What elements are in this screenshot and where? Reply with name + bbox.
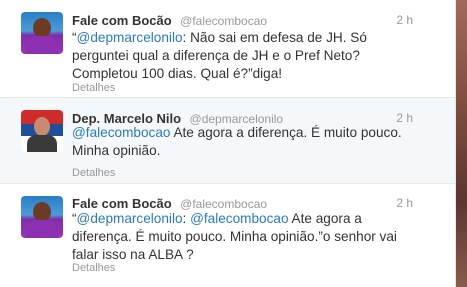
tweet-timestamp[interactable]: 2 h [396,13,413,27]
tweet-text: “@depmarcelonilo: Não sai em defesa de J… [72,29,417,83]
mention-link[interactable]: @falecombocao [190,211,288,226]
author-handle[interactable]: @falecombocao [180,197,267,211]
tweet-text: “@depmarcelonilo: @falecombocao Ate agor… [72,210,417,264]
details-link[interactable]: Detalhes [72,167,115,179]
tweet-timeline: Fale com Bocão @falecombocao 2 h “@depma… [0,0,456,287]
author-name[interactable]: Fale com Bocão [72,13,172,28]
tweet-timestamp[interactable]: 2 h [396,111,413,125]
avatar[interactable] [21,110,63,152]
tweet-item[interactable]: Fale com Bocão @falecombocao 2 h “@depma… [0,0,455,98]
tweet-item[interactable]: Dep. Marcelo Nilo @depmarcelonilo 2 h @f… [0,98,455,184]
avatar-head-shape [34,117,50,136]
avatar-body-shape [26,220,58,238]
tweet-timestamp[interactable]: 2 h [396,196,413,210]
tweet-text: @falecombocao Ate agora a diferença. É m… [72,124,417,160]
author-name[interactable]: Fale com Bocão [72,196,172,211]
avatar-head-shape [33,18,51,38]
mention-link[interactable]: @falecombocao [72,125,170,140]
details-link[interactable]: Detalhes [72,262,115,274]
avatar-body-shape [26,36,58,54]
avatar-head-shape [33,202,51,222]
details-link[interactable]: Detalhes [72,82,115,94]
tweet-header: Fale com Bocão @falecombocao [72,12,267,30]
mention-link[interactable]: @depmarcelonilo [77,30,183,45]
avatar-body-shape [27,135,57,152]
separator-text: : [182,211,191,226]
author-handle[interactable]: @falecombocao [180,14,267,28]
mention-link[interactable]: @depmarcelonilo [77,211,183,226]
background-edge [456,0,467,287]
avatar[interactable] [21,12,63,54]
tweet-item[interactable]: Fale com Bocão @falecombocao 2 h “@depma… [0,184,455,287]
avatar[interactable] [21,196,63,238]
